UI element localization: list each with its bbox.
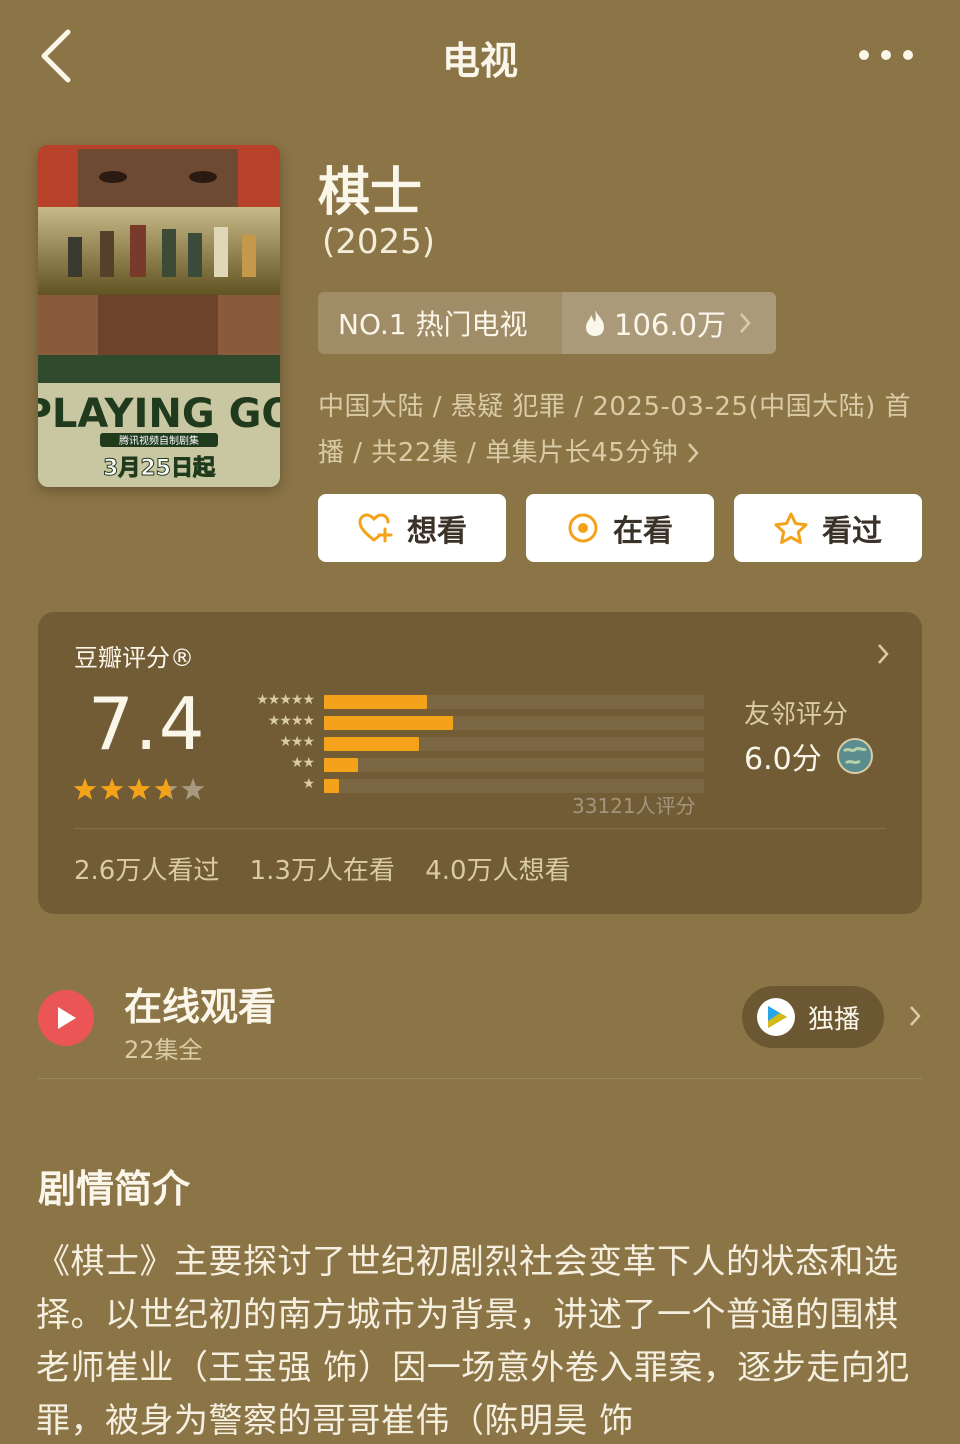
globe-icon [836, 738, 873, 774]
target-icon [568, 513, 598, 543]
rank-label: NO.1 热门电视 [338, 308, 528, 341]
star-icon [73, 778, 97, 800]
want-label: 想看 [407, 514, 467, 549]
chevron-right-icon [740, 313, 751, 333]
friend-rating-label: 友邻评分 [744, 700, 849, 730]
stat-watching: 1.3万人在看 [249, 856, 395, 886]
poster-tagline: 腾讯视频自制剧集 [119, 434, 199, 447]
rating-bar-track [324, 737, 704, 751]
show-title: 棋士 [318, 163, 423, 223]
friend-rating[interactable]: 6.0分 [744, 734, 874, 778]
rating-bar-fill [324, 758, 359, 772]
star-icon [181, 778, 205, 800]
rating-card[interactable]: 豆瓣评分® 7.4 ★★★★★ ★★★★ ★★★ ★★ ★ 33121人评分 友邻评分 … [38, 612, 922, 914]
star-icon [127, 778, 151, 800]
divider [74, 828, 886, 829]
rating-bar-label: ★★★★★ [256, 692, 315, 708]
synopsis-title: 剧情简介 [38, 1167, 191, 1211]
poster-image[interactable]: PLAYING GO 腾讯视频自制剧集 3月25日起 [38, 145, 280, 487]
rating-bar-row: ★★ [226, 755, 706, 773]
chevron-right-icon[interactable] [908, 1004, 922, 1028]
rating-count: 33121人评分 [572, 794, 696, 818]
poster-date: 3月25日起 [103, 456, 216, 481]
nav-bar: 电视 [0, 0, 960, 110]
chevron-right-icon[interactable] [876, 642, 890, 666]
rating-bar-track [324, 695, 704, 709]
rating-distribution: ★★★★★ ★★★★ ★★★ ★★ ★ [226, 692, 726, 802]
rating-bar-label: ★★★★ [267, 713, 315, 729]
rating-bar-fill [324, 779, 340, 793]
divider [38, 1078, 922, 1079]
want-button[interactable]: 想看 [318, 494, 506, 562]
synopsis-text: 《棋士》主要探讨了世纪初剧烈社会变革下人的状态和选择。以世纪初的南方城市为背景，… [36, 1242, 910, 1441]
star-icon [100, 778, 124, 800]
poster-title-en: PLAYING GO [38, 391, 280, 437]
exclusive-label: 独播 [808, 1004, 861, 1035]
rating-bar-row: ★★★ [226, 734, 706, 752]
rating-bar-label: ★★★ [279, 734, 315, 750]
watching-button[interactable]: 在看 [526, 494, 714, 562]
page-title: 电视 [441, 39, 518, 83]
rating-bar-fill [324, 737, 419, 751]
rank-pill[interactable]: NO.1 热门电视 106.0万 [318, 292, 776, 354]
star-icon [154, 778, 178, 800]
rating-bar-fill [324, 716, 454, 730]
meta-line-1: 中国大陆 / 悬疑 犯罪 / 2025-03-25(中国大陆) 首 [318, 392, 911, 422]
star-outline-icon [774, 512, 808, 544]
show-meta[interactable]: 中国大陆 / 悬疑 犯罪 / 2025-03-25(中国大陆) 首 播 / 共2… [318, 384, 918, 476]
rating-bar-track [324, 716, 704, 730]
friend-rating-value: 6.0分 [744, 742, 822, 777]
watched-button[interactable]: 看过 [734, 494, 922, 562]
watched-label: 看过 [822, 514, 882, 549]
rating-bar-row: ★★★★★ [226, 692, 706, 710]
episode-count: 22集全 [124, 1036, 203, 1064]
watching-label: 在看 [613, 514, 673, 549]
rating-bar-label: ★★ [290, 755, 315, 771]
rating-bar-track [324, 758, 704, 772]
more-dots-icon[interactable] [858, 46, 914, 64]
meta-line-2: 播 / 共22集 / 单集片长45分钟 [318, 438, 679, 468]
rating-bar-fill [324, 695, 427, 709]
rating-label: 豆瓣评分® [74, 644, 194, 672]
rating-stars [73, 778, 205, 800]
rating-score: 7.4 [88, 682, 206, 766]
stat-want: 4.0万人想看 [425, 856, 571, 886]
rating-stats: 2.6万人看过 1.3万人在看 4.0万人想看 [74, 850, 593, 887]
chevron-right-icon [688, 443, 699, 463]
online-watch-row[interactable]: 在线观看 22集全 独播 [38, 974, 922, 1078]
stat-watched: 2.6万人看过 [74, 856, 220, 886]
exclusive-badge[interactable]: 独播 [742, 986, 884, 1048]
flame-icon [586, 310, 604, 336]
heat-value: 106.0万 [614, 308, 727, 342]
online-title: 在线观看 [124, 985, 277, 1029]
show-year: (2025) [322, 222, 436, 262]
play-icon [38, 990, 94, 1046]
heat-section[interactable]: 106.0万 [562, 292, 776, 354]
rating-bar-label: ★ [302, 776, 315, 792]
rating-bar-row: ★★★★ [226, 713, 706, 731]
heart-plus-icon [358, 513, 393, 543]
tencent-video-icon [757, 998, 795, 1036]
